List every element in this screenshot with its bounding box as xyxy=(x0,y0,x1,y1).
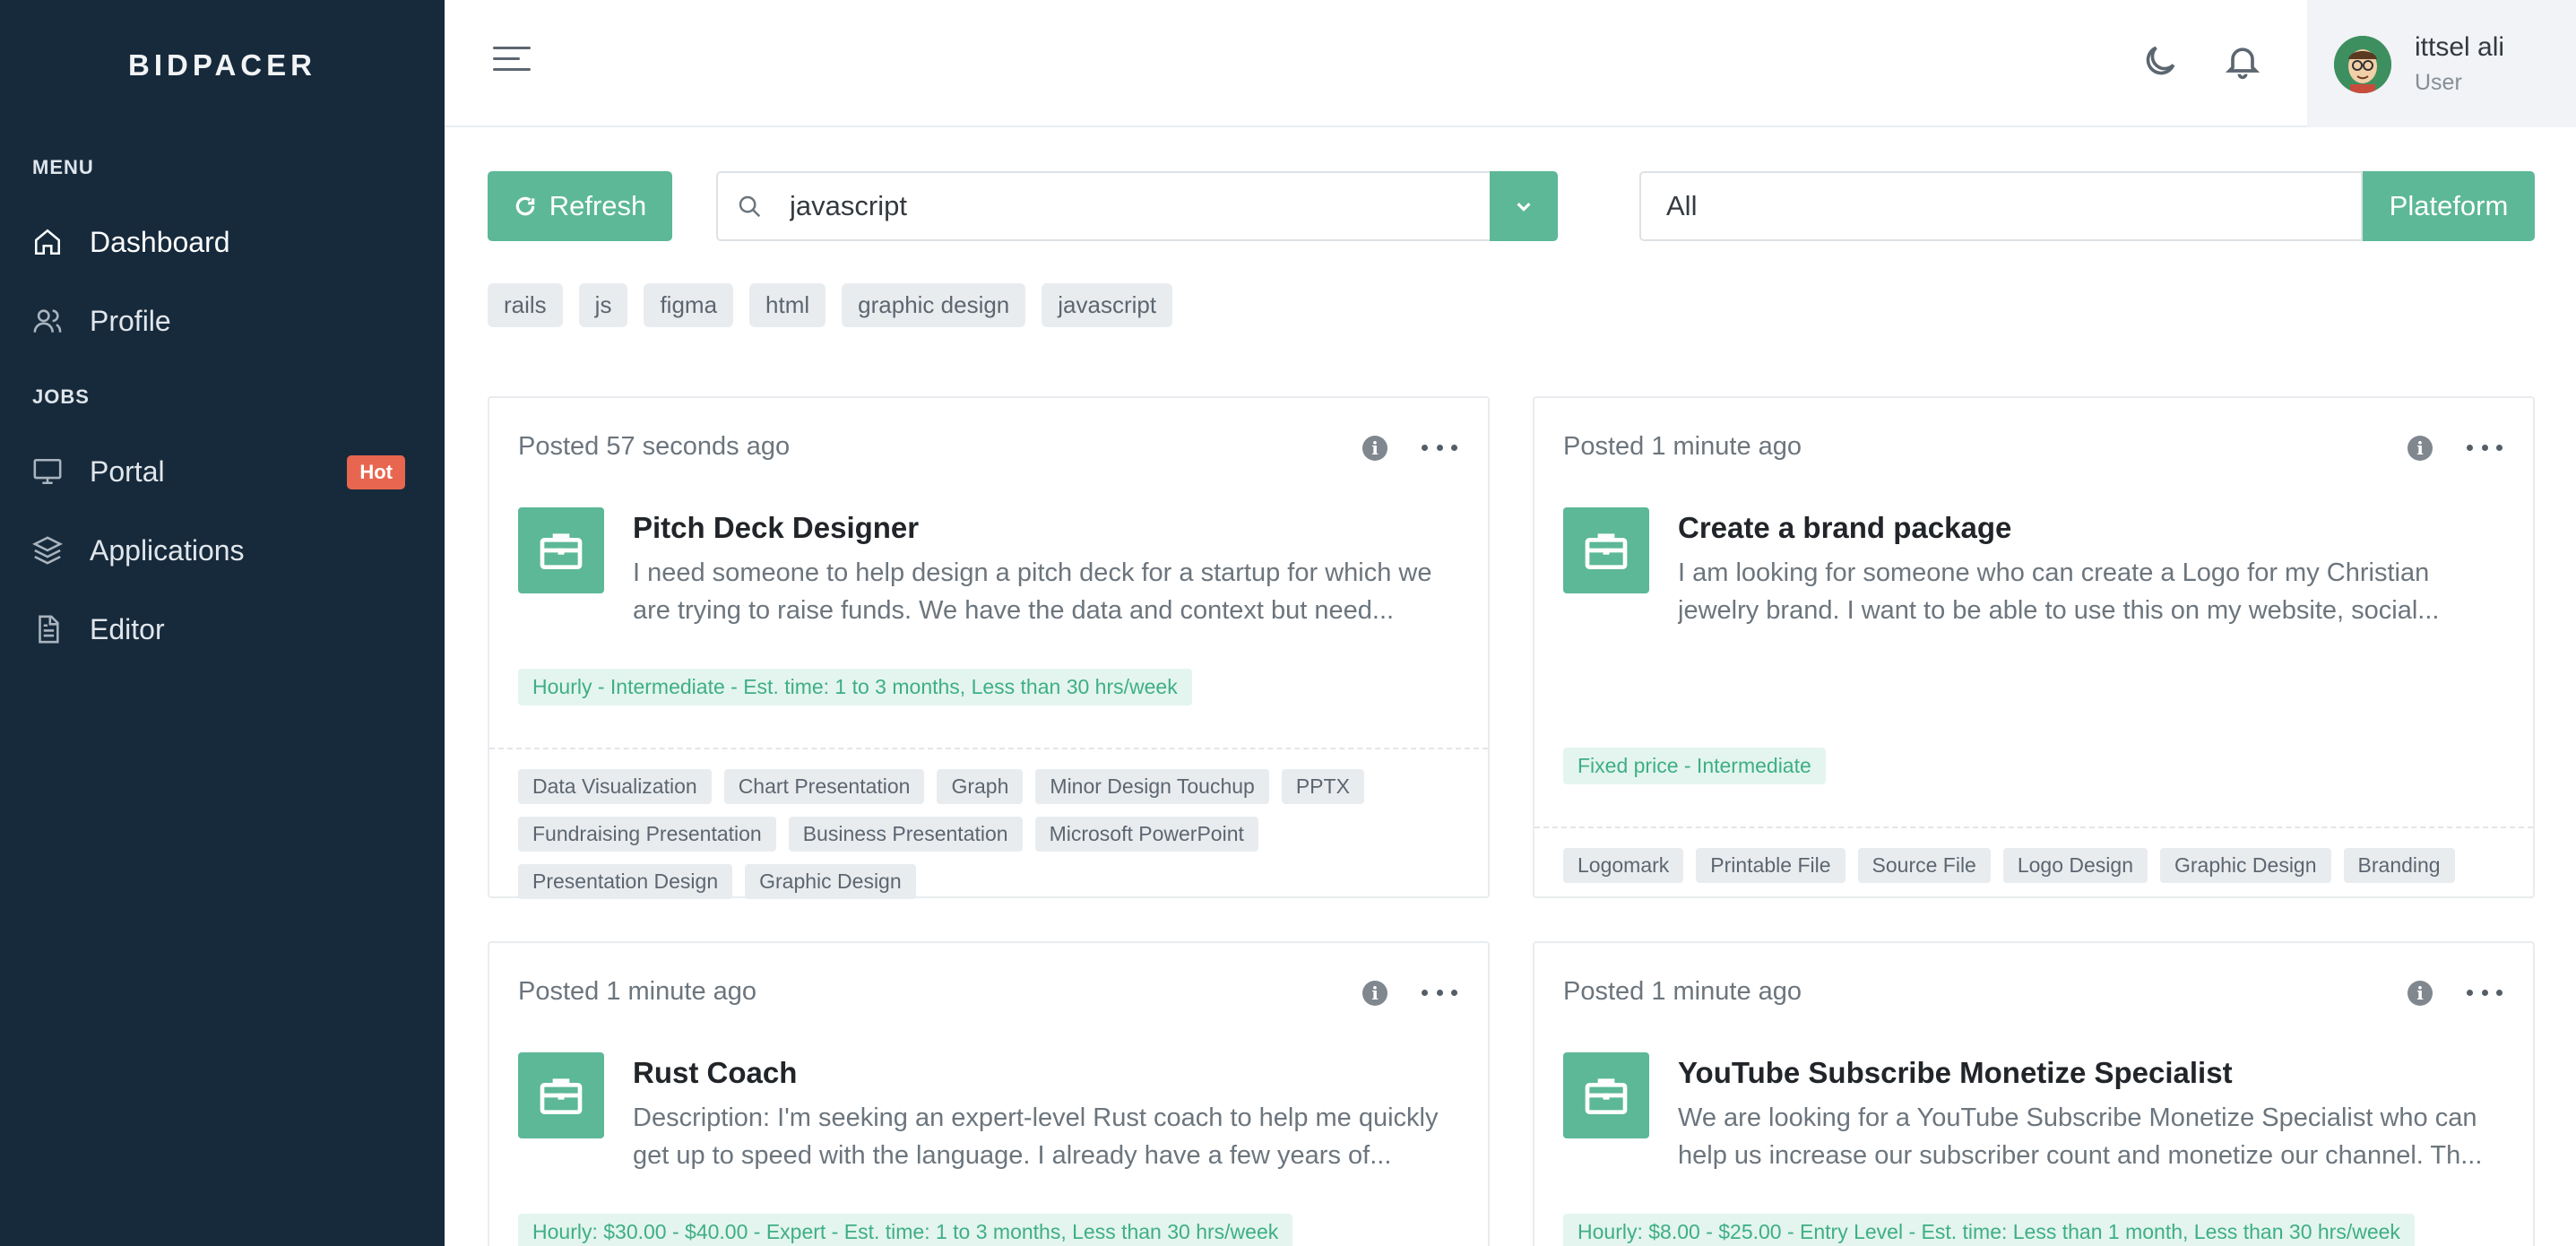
skill-chip[interactable]: Logomark xyxy=(1563,848,1684,883)
posted-time: Posted 1 minute ago xyxy=(518,977,757,1006)
search-box xyxy=(716,171,1558,241)
skill-chip[interactable]: Logo Design xyxy=(2002,848,2148,883)
layers-icon xyxy=(32,532,79,568)
skill-chip[interactable]: Business Presentation xyxy=(788,817,1023,852)
skill-list: Data Visualization Chart Presentation Gr… xyxy=(518,769,1468,899)
platform-button[interactable]: Plateform xyxy=(2363,171,2535,241)
sidebar-item-label: Dashboard xyxy=(90,225,230,258)
refresh-icon xyxy=(515,196,535,216)
sidebar-item-dashboard[interactable]: Dashboard xyxy=(32,215,412,269)
briefcase-icon xyxy=(1563,507,1649,593)
refresh-button[interactable]: Refresh xyxy=(488,171,672,241)
skill-chip[interactable]: Graphic Design xyxy=(2160,848,2331,883)
home-icon xyxy=(32,224,79,260)
monitor-icon xyxy=(32,454,79,489)
more-options-icon[interactable] xyxy=(2467,979,2503,1006)
tag-chip[interactable]: js xyxy=(578,283,628,327)
topbar: ittsel ali User xyxy=(445,0,2576,127)
job-description: I am looking for someone who can create … xyxy=(1678,558,2440,625)
sidebar-item-label: Portal xyxy=(90,454,165,488)
card-divider xyxy=(1534,826,2533,828)
job-meta-badge: Hourly - Intermediate - Est. time: 1 to … xyxy=(518,669,1192,705)
bell-icon[interactable] xyxy=(2223,41,2266,84)
tag-list: rails js figma html graphic design javas… xyxy=(488,283,1173,327)
sidebar-item-portal[interactable]: Portal Hot xyxy=(32,445,412,498)
job-meta-badge: Hourly: $8.00 - $25.00 - Entry Level - E… xyxy=(1563,1214,2415,1246)
skill-chip[interactable]: Source File xyxy=(1857,848,1991,883)
menu-section-title: MENU xyxy=(32,156,94,178)
skill-chip[interactable]: Branding xyxy=(2343,848,2455,883)
moon-icon[interactable] xyxy=(2140,41,2183,84)
more-options-icon[interactable] xyxy=(1422,979,1457,1006)
posted-time: Posted 1 minute ago xyxy=(1563,977,1802,1006)
chevron-down-icon xyxy=(1517,203,1531,212)
tag-chip[interactable]: graphic design xyxy=(842,283,1026,327)
sidebar-item-profile[interactable]: Profile xyxy=(32,294,412,348)
user-role: User xyxy=(2415,70,2462,95)
job-card[interactable]: Posted 1 minute ago i YouTube Subscribe … xyxy=(1533,941,2535,1246)
user-menu[interactable]: ittsel ali User xyxy=(2307,0,2576,127)
job-description: We are looking for a YouTube Subscribe M… xyxy=(1678,1103,2483,1170)
more-options-icon[interactable] xyxy=(2467,434,2503,461)
job-meta-badge: Fixed price - Intermediate xyxy=(1563,748,1826,784)
menu-toggle-button[interactable] xyxy=(493,47,531,79)
briefcase-icon xyxy=(518,507,604,593)
more-options-icon[interactable] xyxy=(1422,434,1457,461)
job-description: Description: I'm seeking an expert-level… xyxy=(633,1103,1439,1170)
platform-select[interactable]: All xyxy=(1639,171,2363,241)
job-title[interactable]: Pitch Deck Designer xyxy=(633,511,919,545)
refresh-label: Refresh xyxy=(549,190,647,221)
user-name: ittsel ali xyxy=(2415,32,2505,62)
skill-chip[interactable]: Chart Presentation xyxy=(723,769,925,804)
users-icon xyxy=(32,303,79,339)
job-card[interactable]: Posted 57 seconds ago i Pitch Deck Desig… xyxy=(488,396,1490,899)
briefcase-icon xyxy=(518,1052,604,1138)
skill-chip[interactable]: Graphic Design xyxy=(745,864,916,899)
sidebar-item-label: Profile xyxy=(90,304,171,337)
skill-chip[interactable]: Fundraising Presentation xyxy=(518,817,776,852)
app-logo[interactable]: BIDPACER xyxy=(0,48,445,82)
skill-chip[interactable]: Printable File xyxy=(1696,848,1846,883)
job-card[interactable]: Posted 1 minute ago i Rust Coach Descrip… xyxy=(488,941,1490,1246)
skill-chip[interactable]: Minor Design Touchup xyxy=(1035,769,1269,804)
job-title[interactable]: Rust Coach xyxy=(633,1056,797,1090)
skill-chip[interactable]: Data Visualization xyxy=(518,769,712,804)
search-icon xyxy=(736,193,763,220)
info-icon[interactable]: i xyxy=(1362,981,1387,1006)
search-input[interactable] xyxy=(790,173,1372,239)
info-icon[interactable]: i xyxy=(1362,436,1387,461)
job-meta-badge: Hourly: $30.00 - $40.00 - Expert - Est. … xyxy=(518,1214,1293,1246)
info-icon[interactable]: i xyxy=(2407,436,2433,461)
card-divider xyxy=(489,748,1488,749)
skill-chip[interactable]: Presentation Design xyxy=(518,864,733,899)
skill-list: Logomark Printable File Source File Logo… xyxy=(1563,848,2513,883)
sidebar-item-editor[interactable]: Editor xyxy=(32,602,412,656)
search-dropdown-button[interactable] xyxy=(1490,171,1558,241)
posted-time: Posted 57 seconds ago xyxy=(518,432,791,461)
posted-time: Posted 1 minute ago xyxy=(1563,432,1802,461)
tag-chip[interactable]: html xyxy=(749,283,826,327)
avatar xyxy=(2334,36,2391,93)
sidebar: BIDPACER MENU Dashboard Profile JOBS Por… xyxy=(0,0,445,1246)
hot-badge: Hot xyxy=(347,455,405,489)
skill-chip[interactable]: Microsoft PowerPoint xyxy=(1034,817,1258,852)
jobs-section-title: JOBS xyxy=(32,385,90,408)
sidebar-item-applications[interactable]: Applications xyxy=(32,523,412,577)
document-icon xyxy=(32,611,79,647)
job-card[interactable]: Posted 1 minute ago i Create a brand pac… xyxy=(1533,396,2535,898)
tag-chip[interactable]: javascript xyxy=(1042,283,1173,327)
sidebar-item-label: Applications xyxy=(90,533,245,567)
sidebar-item-label: Editor xyxy=(90,612,165,645)
tag-chip[interactable]: rails xyxy=(488,283,563,327)
job-title[interactable]: YouTube Subscribe Monetize Specialist xyxy=(1678,1056,2233,1090)
job-title[interactable]: Create a brand package xyxy=(1678,511,2011,545)
skill-chip[interactable]: PPTX xyxy=(1281,769,1364,804)
skill-chip[interactable]: Graph xyxy=(937,769,1024,804)
briefcase-icon xyxy=(1563,1052,1649,1138)
job-description: I need someone to help design a pitch de… xyxy=(633,558,1432,625)
info-icon[interactable]: i xyxy=(2407,981,2433,1006)
tag-chip[interactable]: figma xyxy=(644,283,734,327)
